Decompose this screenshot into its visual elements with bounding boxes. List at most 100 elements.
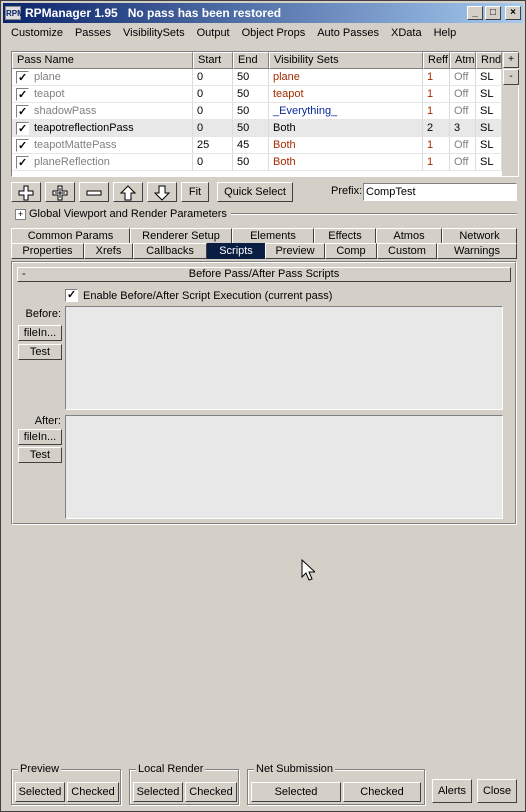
menu-visibilitysets[interactable]: VisibilitySets bbox=[117, 27, 191, 39]
pass-start-cell[interactable]: 0 bbox=[193, 154, 233, 170]
pass-enabled-checkbox[interactable] bbox=[16, 104, 29, 119]
expand-icon[interactable]: + bbox=[15, 208, 26, 220]
tab-scripts[interactable]: Scripts bbox=[207, 243, 265, 259]
table-row[interactable]: planeReflection 050Both1OffSL bbox=[12, 154, 502, 171]
col-atm[interactable]: Atm bbox=[450, 52, 476, 69]
scripts-rollout-bar[interactable]: - Before Pass/After Pass Scripts bbox=[17, 267, 511, 282]
pass-list[interactable]: Pass Name Start End Visibility Sets Reff… bbox=[11, 51, 519, 177]
col-rndr[interactable]: Rndr bbox=[476, 52, 502, 69]
pass-reff-cell[interactable]: 1 bbox=[423, 154, 450, 170]
pass-atm-cell[interactable]: Off bbox=[450, 69, 476, 85]
tab-callbacks[interactable]: Callbacks bbox=[133, 243, 207, 259]
tab-xrefs[interactable]: Xrefs bbox=[84, 243, 133, 259]
menu-passes[interactable]: Passes bbox=[69, 27, 117, 39]
tab-comp[interactable]: Comp bbox=[325, 243, 377, 259]
pass-name-cell[interactable]: teapotMattePass bbox=[12, 137, 193, 153]
pass-end-cell[interactable]: 50 bbox=[233, 86, 269, 102]
scroll-up-icon[interactable]: + bbox=[503, 52, 519, 68]
pass-rndr-cell[interactable]: SL bbox=[476, 103, 502, 119]
scroll-down-icon[interactable]: - bbox=[503, 69, 519, 85]
pass-atm-cell[interactable]: Off bbox=[450, 137, 476, 153]
pass-start-cell[interactable]: 0 bbox=[193, 103, 233, 119]
remove-pass-button[interactable] bbox=[79, 182, 109, 202]
before-filein-button[interactable]: fileIn... bbox=[18, 325, 62, 341]
preview-checked-button[interactable]: Checked bbox=[67, 782, 119, 802]
pass-vis-cell[interactable]: Both bbox=[269, 137, 423, 153]
alerts-button[interactable]: Alerts bbox=[432, 779, 472, 803]
quick-select-button[interactable]: Quick Select bbox=[217, 182, 293, 202]
pass-start-cell[interactable]: 0 bbox=[193, 69, 233, 85]
net-checked-button[interactable]: Checked bbox=[343, 782, 421, 802]
move-down-button[interactable] bbox=[147, 182, 177, 202]
pass-reff-cell[interactable]: 1 bbox=[423, 69, 450, 85]
pass-rndr-cell[interactable]: SL bbox=[476, 69, 502, 85]
pass-atm-cell[interactable]: Off bbox=[450, 86, 476, 102]
col-end[interactable]: End bbox=[233, 52, 269, 69]
tab-atmos[interactable]: Atmos bbox=[376, 228, 442, 244]
pass-name-cell[interactable]: planeReflection bbox=[12, 154, 193, 170]
pass-enabled-checkbox[interactable] bbox=[16, 138, 29, 153]
menu-customize[interactable]: Customize bbox=[3, 27, 69, 39]
pass-start-cell[interactable]: 0 bbox=[193, 86, 233, 102]
close-icon[interactable]: × bbox=[505, 6, 521, 20]
table-row[interactable]: teapotreflectionPass 050Both23SL bbox=[12, 120, 502, 137]
tab-properties[interactable]: Properties bbox=[11, 243, 84, 259]
minimize-icon[interactable]: _ bbox=[467, 6, 483, 20]
pass-reff-cell[interactable]: 2 bbox=[423, 120, 450, 136]
tab-common-params[interactable]: Common Params bbox=[11, 228, 130, 244]
table-row[interactable]: teapot050teapot1OffSL bbox=[12, 86, 502, 103]
pass-end-cell[interactable]: 50 bbox=[233, 69, 269, 85]
table-row[interactable]: teapotMattePass 2545Both1OffSL bbox=[12, 137, 502, 154]
net-selected-button[interactable]: Selected bbox=[251, 782, 341, 802]
tab-network[interactable]: Network bbox=[442, 228, 517, 244]
pass-atm-cell[interactable]: Off bbox=[450, 103, 476, 119]
pass-list-scrollbar[interactable]: + - bbox=[502, 52, 519, 176]
tab-effects[interactable]: Effects bbox=[314, 228, 376, 244]
col-pass-name[interactable]: Pass Name bbox=[12, 52, 193, 69]
before-test-button[interactable]: Test bbox=[18, 344, 62, 360]
global-params-label[interactable]: Global Viewport and Render Parameters bbox=[29, 208, 227, 220]
title-bar[interactable]: RPM RPManager 1.95 No pass has been rest… bbox=[3, 3, 523, 23]
pass-reff-cell[interactable]: 1 bbox=[423, 103, 450, 119]
menu-object-props[interactable]: Object Props bbox=[236, 27, 312, 39]
after-filein-button[interactable]: fileIn... bbox=[18, 429, 62, 445]
pass-vis-cell[interactable]: _Everything_ bbox=[269, 103, 423, 119]
move-up-button[interactable] bbox=[113, 182, 143, 202]
pass-name-cell[interactable]: shadowPass bbox=[12, 103, 193, 119]
pass-name-cell[interactable]: plane bbox=[12, 69, 193, 85]
pass-enabled-checkbox[interactable] bbox=[16, 155, 29, 170]
pass-reff-cell[interactable]: 1 bbox=[423, 86, 450, 102]
pass-rndr-cell[interactable]: SL bbox=[476, 137, 502, 153]
prefix-input[interactable]: CompTest bbox=[363, 183, 517, 201]
pass-atm-cell[interactable]: 3 bbox=[450, 120, 476, 136]
after-test-button[interactable]: Test bbox=[18, 447, 62, 463]
enable-scripts-checkbox[interactable] bbox=[65, 288, 78, 302]
pass-vis-cell[interactable]: Both bbox=[269, 120, 423, 136]
duplicate-pass-button[interactable] bbox=[45, 182, 75, 202]
collapse-icon[interactable]: - bbox=[22, 268, 26, 281]
table-row[interactable]: shadowPass 050_Everything_1OffSL bbox=[12, 103, 502, 120]
pass-start-cell[interactable]: 25 bbox=[193, 137, 233, 153]
table-row[interactable]: plane050plane1OffSL bbox=[12, 69, 502, 86]
tab-custom[interactable]: Custom bbox=[377, 243, 437, 259]
local-render-selected-button[interactable]: Selected bbox=[133, 782, 183, 802]
pass-name-cell[interactable]: teapotreflectionPass bbox=[12, 120, 193, 136]
pass-enabled-checkbox[interactable] bbox=[16, 87, 29, 102]
col-visibility-sets[interactable]: Visibility Sets bbox=[269, 52, 423, 69]
enable-scripts-row[interactable]: Enable Before/After Script Execution (cu… bbox=[65, 288, 332, 302]
pass-vis-cell[interactable]: teapot bbox=[269, 86, 423, 102]
pass-enabled-checkbox[interactable] bbox=[16, 70, 29, 85]
tab-warnings[interactable]: Warnings bbox=[437, 243, 517, 259]
tab-elements[interactable]: Elements bbox=[232, 228, 314, 244]
menu-xdata[interactable]: XData bbox=[385, 27, 428, 39]
col-reff[interactable]: Reff bbox=[423, 52, 450, 69]
pass-rndr-cell[interactable]: SL bbox=[476, 154, 502, 170]
preview-selected-button[interactable]: Selected bbox=[15, 782, 65, 802]
pass-enabled-checkbox[interactable] bbox=[16, 121, 29, 136]
scripts-rollout-title[interactable]: Before Pass/After Pass Scripts bbox=[189, 268, 339, 280]
before-script-textarea[interactable] bbox=[65, 306, 503, 410]
pass-vis-cell[interactable]: plane bbox=[269, 69, 423, 85]
tab-renderer-setup[interactable]: Renderer Setup bbox=[130, 228, 232, 244]
enable-scripts-label[interactable]: Enable Before/After Script Execution (cu… bbox=[83, 290, 332, 302]
pass-end-cell[interactable]: 45 bbox=[233, 137, 269, 153]
